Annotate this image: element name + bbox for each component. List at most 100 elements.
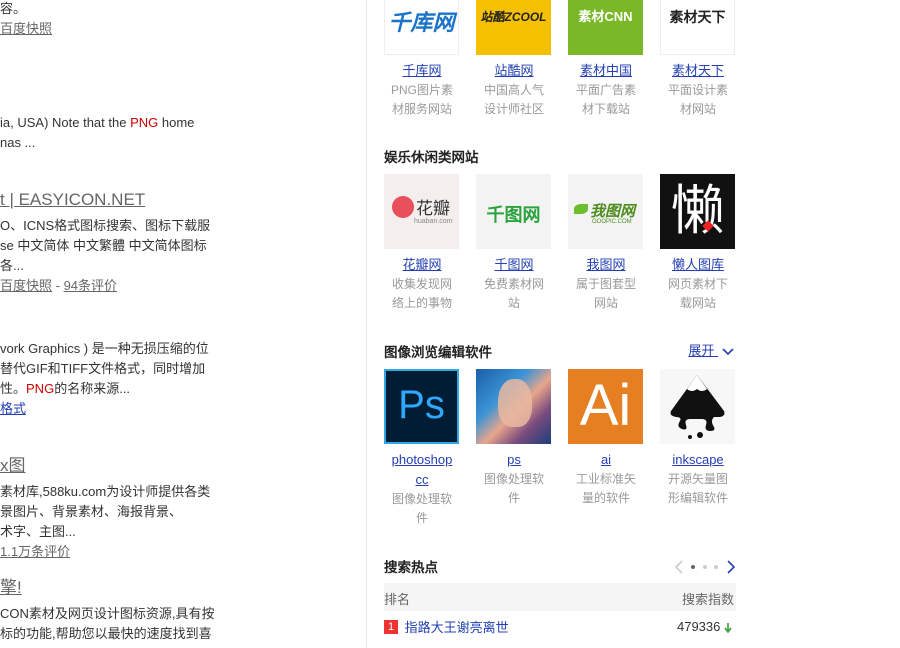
- software-name-link[interactable]: ps: [476, 450, 552, 470]
- software-desc: 工业标准矢: [575, 472, 636, 486]
- result-snippet: 替代GIF和TIFF文件格式，同时增加: [0, 361, 206, 376]
- site-desc: 络上的事物: [391, 296, 452, 310]
- site-desc: 材下载站: [581, 102, 630, 116]
- site-card[interactable]: 站酷ZCOOL 站酷网 中国高人气 设计师社区: [476, 0, 552, 119]
- snapshot-link[interactable]: 百度快照: [0, 278, 52, 293]
- hot-table-header: 排名 搜索指数: [384, 583, 736, 611]
- software-card[interactable]: Ai ai 工业标准矢 量的软件: [568, 369, 644, 508]
- site-card[interactable]: 素材天下 素材天下 平面设计素 材网站: [660, 0, 736, 119]
- result-snippet: ia, USA) Note that the PNG home: [0, 115, 195, 130]
- separator: -: [52, 278, 64, 293]
- pager-dot[interactable]: [714, 564, 719, 569]
- qiantu-logo-image[interactable]: 千图网: [476, 174, 551, 249]
- software-name-link[interactable]: inkscape: [660, 450, 736, 470]
- zcool-logo-image[interactable]: 站酷ZCOOL: [476, 0, 551, 55]
- huaban-logo-image[interactable]: 花瓣 huaban.com: [384, 174, 459, 249]
- leaf-icon: [574, 204, 588, 214]
- site-desc: 载网站: [679, 296, 716, 310]
- software-card[interactable]: inkscape 开源矢量图 形编辑软件: [660, 369, 736, 508]
- site-card[interactable]: 千图网 千图网 免费素材网 站: [476, 174, 552, 313]
- site-card[interactable]: 我图网 OOOPIC.COM 我图网 属于图套型 网站: [568, 174, 644, 313]
- result-snippet: se 中文简体 中文繁體 中文简体图标: [0, 238, 207, 253]
- chevron-right-icon[interactable]: [726, 559, 736, 574]
- hot-index-cell: 479336: [677, 619, 732, 634]
- inkscape-logo-image[interactable]: [660, 369, 735, 444]
- software-name-link[interactable]: ai: [568, 450, 644, 470]
- ooopic-logo-image[interactable]: 我图网 OOOPIC.COM: [568, 174, 643, 249]
- site-card[interactable]: 千库网 千库网 PNG图片素 材服务网站: [384, 0, 460, 119]
- software-card[interactable]: ps 图像处理软 件: [476, 369, 552, 508]
- sucaitianxia-logo-image[interactable]: 素材天下: [660, 0, 735, 55]
- carousel-controls: [674, 558, 737, 574]
- site-desc: 站: [507, 296, 520, 310]
- site-name-link[interactable]: 千图网: [476, 255, 552, 275]
- software-desc: 件: [507, 491, 520, 505]
- software-desc: 件: [415, 511, 428, 525]
- software-desc: 量的软件: [581, 491, 630, 505]
- col-index-header: 搜索指数: [681, 592, 734, 607]
- result-snippet: 景图片、背景素材、海报背景、: [0, 504, 183, 519]
- site-desc: 收集发现网: [391, 277, 452, 291]
- site-name-link[interactable]: 花瓣网: [384, 255, 460, 275]
- hot-row[interactable]: 1 指路大王谢亮离世 479336: [384, 617, 736, 639]
- site-desc: 平面设计素: [667, 83, 728, 97]
- site-name-link[interactable]: 我图网: [568, 255, 644, 275]
- rank-badge: 1: [384, 619, 398, 634]
- column-divider: [366, 0, 367, 648]
- chevron-down-icon: [722, 347, 734, 355]
- qianku-logo-image[interactable]: 千库网: [384, 0, 459, 55]
- result-title-link[interactable]: 擎!: [0, 578, 22, 597]
- site-desc: 网页素材下: [667, 277, 728, 291]
- photoshop-logo-image[interactable]: Ps: [384, 369, 459, 444]
- software-name-link[interactable]: photoshop cc: [384, 450, 460, 490]
- site-desc: 免费素材网: [483, 277, 544, 291]
- site-name-link[interactable]: 站酷网: [476, 61, 552, 81]
- site-desc: 中国高人气: [483, 83, 544, 97]
- site-desc: PNG图片素: [390, 83, 453, 97]
- site-name-link[interactable]: 素材中国: [568, 61, 644, 81]
- result-snippet: O、ICNS格式图标搜索、图标下载服: [0, 218, 211, 233]
- result-snippet: nas ...: [0, 135, 36, 150]
- reviews-link[interactable]: 94条评价: [64, 278, 117, 293]
- section-title: 搜索热点: [384, 560, 438, 575]
- site-name-link[interactable]: 懒人图库: [660, 255, 736, 275]
- site-desc: 设计师社区: [483, 102, 544, 116]
- huaban-flower-icon: [392, 196, 414, 218]
- snapshot-link[interactable]: 百度快照: [0, 21, 52, 36]
- section-title: 图像浏览编辑软件: [384, 345, 492, 360]
- site-name-link[interactable]: 素材天下: [660, 61, 736, 81]
- reviews-link[interactable]: 1.1万条评价: [0, 544, 70, 559]
- hot-index-value: 479336: [676, 619, 721, 634]
- chevron-left-icon[interactable]: [674, 559, 684, 574]
- pager-dot[interactable]: [702, 564, 707, 569]
- lanren-logo-image[interactable]: 懒: [660, 174, 735, 249]
- site-desc: 材服务网站: [391, 102, 452, 116]
- result-title-link[interactable]: t | EASYICON.NET: [0, 190, 145, 209]
- site-card[interactable]: 素材CNN 素材中国 平面广告素 材下载站: [568, 0, 644, 119]
- software-desc: 图像处理软: [483, 472, 544, 486]
- result-title-link[interactable]: x图: [0, 456, 26, 475]
- site-card[interactable]: 花瓣 huaban.com 花瓣网 收集发现网 络上的事物: [384, 174, 460, 313]
- related-link[interactable]: 格式: [0, 401, 26, 416]
- software-desc: 图像处理软: [391, 492, 452, 506]
- site-name-link[interactable]: 千库网: [384, 61, 460, 81]
- ps-artwork-image[interactable]: [476, 369, 551, 444]
- col-rank-header: 排名: [384, 592, 411, 607]
- result-snippet: CON素材及网页设计图标资源,具有按: [0, 606, 215, 621]
- sccnn-logo-image[interactable]: 素材CNN: [568, 0, 643, 55]
- site-desc: 网站: [593, 296, 618, 310]
- software-card[interactable]: Ps photoshop cc 图像处理软 件: [384, 369, 460, 528]
- expand-label: 展开: [688, 343, 715, 358]
- hot-term-link[interactable]: 指路大王谢亮离世: [405, 620, 509, 635]
- result-snippet: 素材库,588ku.com为设计师提供各类: [0, 484, 211, 499]
- software-desc: 形编辑软件: [667, 491, 728, 505]
- site-card[interactable]: 懒 懒人图库 网页素材下 载网站: [660, 174, 736, 313]
- site-desc: 平面广告素: [575, 83, 636, 97]
- face-shape: [498, 379, 532, 427]
- illustrator-logo-image[interactable]: Ai: [568, 369, 643, 444]
- result-snippet: 容。: [0, 1, 27, 16]
- expand-toggle[interactable]: 展开: [688, 340, 734, 359]
- inkscape-mountain-icon: [670, 375, 725, 439]
- pager-dot-active[interactable]: [691, 564, 696, 569]
- right-sidebar: 千库网 千库网 PNG图片素 材服务网站 站酷ZCOOL 站酷网 中国高人气 设…: [384, 0, 736, 648]
